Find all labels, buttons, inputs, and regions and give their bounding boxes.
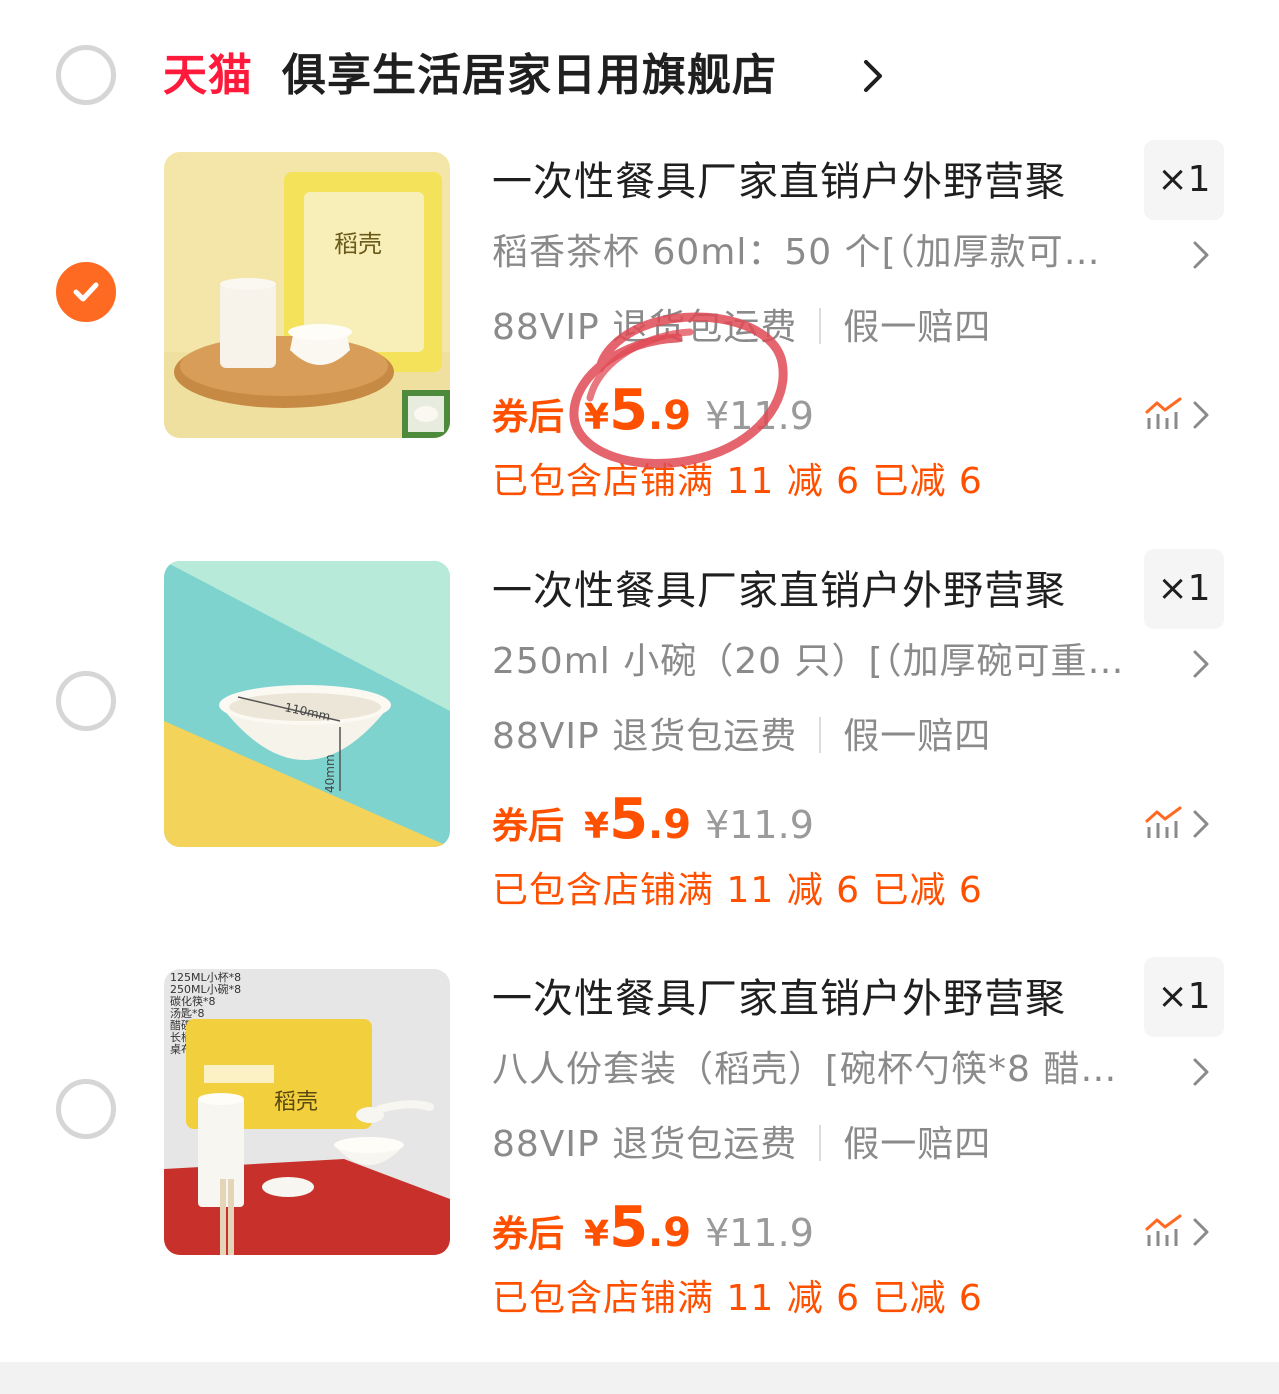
quantity-button[interactable]: ×1 <box>1144 957 1224 1037</box>
price-decimal: .9 <box>648 393 692 439</box>
chevron-right-icon[interactable] <box>1192 1217 1210 1247</box>
package-list-item: 碳化筷*8 <box>170 994 216 1008</box>
sku-selector[interactable]: 八人份套装（稻壳）[碗杯勺筷*8 醋… <box>492 1042 1162 1098</box>
package-list-item: 125ML小杯*8 <box>170 970 241 984</box>
package-brand-text: 稻壳 <box>334 230 382 258</box>
item-select-radio[interactable] <box>56 262 116 322</box>
original-price: ¥11.9 <box>705 1211 814 1255</box>
chevron-right-icon[interactable] <box>862 58 884 94</box>
tmall-logo: 天猫 <box>163 50 253 101</box>
price-integer: 5 <box>609 787 649 852</box>
store-header: 天猫 俱享生活居家日用旗舰店 <box>0 0 1279 140</box>
product-title[interactable]: 一次性餐具厂家直销户外野营聚 <box>492 561 1066 621</box>
chevron-right-icon[interactable] <box>1192 400 1210 430</box>
sku-selector[interactable]: 稻香茶杯 60ml：50 个[（加厚款可… <box>492 225 1162 281</box>
tag-guarantee: 假一赔四 <box>843 307 992 348</box>
tag-guarantee: 假一赔四 <box>843 716 992 757</box>
cart-item: 125ML小杯*8 250ML小碗*8 碳化筷*8 汤匙*8 醋碟*2 长柄勺*… <box>0 957 1279 1369</box>
tag-88vip: 88VIP 退货包运费 <box>492 307 798 348</box>
price-integer: 5 <box>609 1195 649 1260</box>
discount-info: 已包含店铺满 11 减 6 已减 6 <box>492 870 983 911</box>
cart-item: 稻壳 一次性餐具厂家直销户外野营聚 ×1 稻香茶杯 60ml：50 个[（加厚款… <box>0 140 1279 552</box>
price-decimal: .9 <box>648 802 692 848</box>
price-decimal: .9 <box>648 1210 692 1256</box>
sku-selector[interactable]: 250ml 小碗（20 只）[（加厚碗可重… <box>492 634 1162 690</box>
tag-divider <box>819 717 822 753</box>
discount-info: 已包含店铺满 11 减 6 已减 6 <box>492 461 983 502</box>
chevron-right-icon[interactable] <box>1192 649 1210 679</box>
chevron-right-icon[interactable] <box>1192 809 1210 839</box>
after-coupon-label: 券后 <box>492 397 565 438</box>
currency-symbol: ¥ <box>584 1214 610 1255</box>
original-price: ¥11.9 <box>705 803 814 847</box>
package-list-item: 汤匙*8 <box>170 1006 205 1020</box>
tag-divider <box>819 1125 822 1161</box>
quantity-button[interactable]: ×1 <box>1144 140 1224 220</box>
service-tags: 88VIP 退货包运费 假一赔四 <box>492 1117 991 1173</box>
tag-88vip: 88VIP 退货包运费 <box>492 716 798 757</box>
tag-guarantee: 假一赔四 <box>843 1124 992 1165</box>
item-select-radio[interactable] <box>56 671 116 731</box>
product-image[interactable]: 稻壳 <box>164 152 450 438</box>
price-trend-icon[interactable] <box>1144 1213 1184 1249</box>
store-select-radio[interactable] <box>56 45 116 105</box>
quantity-button[interactable]: ×1 <box>1144 549 1224 629</box>
item-select-radio[interactable] <box>56 1079 116 1139</box>
price-row: 券后 ¥5.9 ¥11.9 <box>492 787 814 857</box>
service-tags: 88VIP 退货包运费 假一赔四 <box>492 300 991 356</box>
currency-symbol: ¥ <box>584 806 610 847</box>
bowl-height-label: 40mm <box>323 754 337 793</box>
price-integer: 5 <box>609 378 649 443</box>
cart-item: 110mm 40mm 一次性餐具厂家直销户外野营聚 ×1 250ml 小碗（20… <box>0 549 1279 961</box>
currency-symbol: ¥ <box>584 397 610 438</box>
discount-info: 已包含店铺满 11 减 6 已减 6 <box>492 1278 983 1319</box>
after-coupon-label: 券后 <box>492 806 565 847</box>
product-title[interactable]: 一次性餐具厂家直销户外野营聚 <box>492 969 1066 1029</box>
original-price: ¥11.9 <box>705 394 814 438</box>
store-name-link[interactable]: 俱享生活居家日用旗舰店 <box>282 46 777 106</box>
product-title[interactable]: 一次性餐具厂家直销户外野营聚 <box>492 152 1066 212</box>
tag-88vip: 88VIP 退货包运费 <box>492 1124 798 1165</box>
after-coupon-label: 券后 <box>492 1214 565 1255</box>
product-image[interactable]: 110mm 40mm <box>164 561 450 847</box>
tag-divider <box>819 308 822 344</box>
section-divider <box>0 1362 1279 1394</box>
check-icon <box>73 282 99 302</box>
chevron-right-icon[interactable] <box>1192 240 1210 270</box>
package-brand-text: 稻壳 <box>274 1090 318 1115</box>
service-tags: 88VIP 退货包运费 假一赔四 <box>492 709 991 765</box>
chevron-right-icon[interactable] <box>1192 1057 1210 1087</box>
price-row: 券后 ¥5.9 ¥11.9 <box>492 1195 814 1265</box>
price-trend-icon[interactable] <box>1144 805 1184 841</box>
package-list-item: 250ML小碗*8 <box>170 982 241 996</box>
product-image[interactable]: 125ML小杯*8 250ML小碗*8 碳化筷*8 汤匙*8 醋碟*2 长柄勺*… <box>164 969 450 1255</box>
price-row: 券后 ¥5.9 ¥11.9 <box>492 378 814 448</box>
price-trend-icon[interactable] <box>1144 396 1184 432</box>
